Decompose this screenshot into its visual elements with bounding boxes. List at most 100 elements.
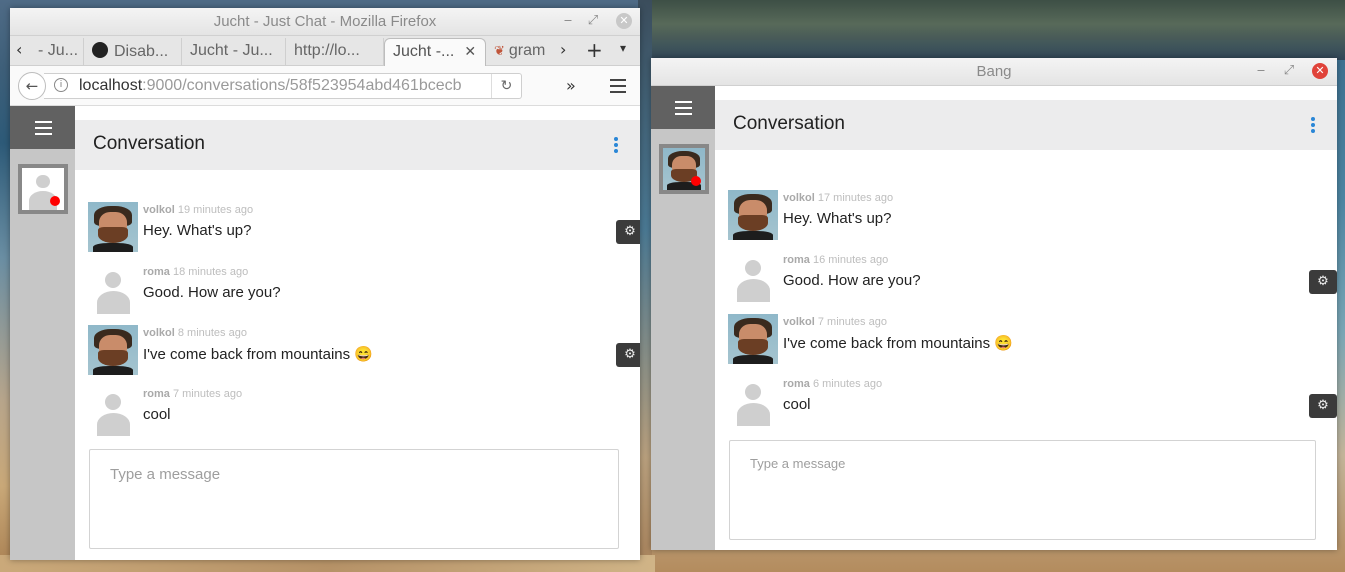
avatar-volkol (88, 202, 138, 252)
gear-icon[interactable]: ⚙ (1309, 270, 1337, 294)
message-item: roma 6 minutes ago cool (728, 376, 1337, 428)
message-time: 18 minutes ago (172, 266, 249, 278)
close-window-button[interactable]: ✕ (616, 13, 632, 29)
message-author: volkol (143, 204, 175, 216)
gear-icon[interactable]: ⚙ (616, 343, 640, 367)
message-author: roma (783, 254, 810, 266)
message-input[interactable]: Type a message (729, 440, 1316, 540)
tab-list-icon[interactable]: ▾ (620, 41, 626, 55)
message-author: roma (143, 388, 170, 400)
reload-icon[interactable]: ↻ (491, 74, 521, 98)
avatar-volkol (728, 190, 778, 240)
message-item: volkol 7 minutes ago I've come back from… (728, 314, 1337, 366)
url-host: localhost (79, 77, 143, 94)
hamburger-button[interactable] (10, 106, 75, 149)
hamburger-icon (34, 120, 52, 139)
conversation-menu-icon[interactable] (1311, 117, 1315, 135)
message-input-placeholder: Type a message (750, 456, 846, 471)
message-meta: volkol 17 minutes ago (783, 192, 893, 204)
message-item: roma 18 minutes ago Good. How are you? (88, 264, 640, 316)
message-meta: volkol 19 minutes ago (143, 204, 253, 216)
message-item: volkol 19 minutes ago Hey. What's up? (88, 202, 640, 254)
avatar-roma (728, 376, 778, 426)
tab-bar: ‹ - Ju... Disab... Jucht - Ju... http://… (10, 36, 640, 66)
grammarly-icon: ❦ (494, 43, 505, 58)
user-avatar[interactable] (18, 164, 68, 214)
tab-close-icon[interactable]: ✕ (464, 43, 476, 59)
message-text: I've come back from mountains 😄 (143, 346, 373, 363)
url-text[interactable]: localhost:9000/conversations/58f523954ab… (79, 77, 462, 95)
tab-6-label: gram (508, 42, 546, 59)
message-text: Hey. What's up? (783, 210, 892, 227)
site-info-icon[interactable]: i (54, 78, 68, 92)
firefox-window: Jucht - Just Chat - Mozilla Firefox ‒ ⤢ … (10, 8, 640, 560)
hamburger-button[interactable] (651, 86, 715, 129)
message-input-placeholder: Type a message (110, 466, 221, 483)
message-time: 7 minutes ago (817, 316, 887, 328)
firefox-window-title: Jucht - Just Chat - Mozilla Firefox (213, 13, 437, 30)
message-author: roma (783, 378, 810, 390)
message-text: Hey. What's up? (143, 222, 252, 239)
tab-1-label: - Ju... (38, 42, 79, 59)
avatar-volkol (88, 325, 138, 375)
conversation-header: Conversation (715, 100, 1337, 150)
tab-6[interactable]: ❦ gram (486, 38, 554, 66)
online-status-dot (50, 196, 60, 206)
back-button[interactable]: ← (18, 72, 46, 100)
message-text: cool (143, 406, 171, 423)
message-author: roma (143, 266, 170, 278)
message-time: 6 minutes ago (812, 378, 883, 390)
bang-window: Bang ‒ ⤢ ✕ Conversation volkol 17 minute… (651, 58, 1337, 550)
message-time: 17 minutes ago (817, 192, 894, 204)
tab-4[interactable]: http://lo... (286, 38, 384, 66)
message-text: Good. How are you? (783, 272, 921, 289)
message-meta: volkol 7 minutes ago (783, 316, 887, 328)
tab-3[interactable]: Jucht - Ju... (182, 38, 286, 66)
avatar-volkol (728, 314, 778, 364)
toolbar-overflow-icon[interactable]: » (566, 76, 576, 95)
maximize-icon[interactable]: ⤢ (1281, 63, 1297, 79)
conversation-panel: Conversation volkol 19 minutes ago Hey. … (75, 106, 640, 560)
new-tab-button[interactable]: + (586, 38, 603, 62)
url-bar[interactable]: i localhost:9000/conversations/58f523954… (44, 73, 522, 99)
minimize-icon[interactable]: ‒ (560, 13, 576, 29)
avatar-roma (88, 386, 138, 436)
conversation-title: Conversation (733, 113, 845, 134)
firefox-titlebar[interactable]: Jucht - Just Chat - Mozilla Firefox ‒ ⤢ … (10, 8, 640, 36)
desktop-wallpaper-rocks (640, 0, 1345, 60)
tab-3-label: Jucht - Ju... (190, 42, 273, 59)
bang-titlebar[interactable]: Bang ‒ ⤢ ✕ (651, 58, 1337, 86)
tab-scroll-right-icon[interactable]: › (560, 40, 566, 59)
gear-icon[interactable]: ⚙ (1309, 394, 1337, 418)
maximize-icon[interactable]: ⤢ (585, 13, 601, 29)
tab-5-label: Jucht -... (393, 43, 455, 60)
user-avatar[interactable] (659, 144, 709, 194)
message-input[interactable]: Type a message (89, 449, 619, 549)
message-item: volkol 8 minutes ago I've come back from… (88, 325, 640, 377)
github-icon (92, 42, 108, 58)
firefox-menu-icon[interactable] (610, 79, 626, 97)
message-meta: roma 18 minutes ago (143, 266, 248, 278)
online-status-dot (691, 176, 701, 186)
close-window-button[interactable]: ✕ (1312, 63, 1328, 79)
sidebar-rail (651, 86, 715, 550)
message-item: roma 7 minutes ago cool (88, 386, 640, 438)
message-author: volkol (783, 316, 815, 328)
avatar-roma (728, 252, 778, 302)
jucht-app-firefox: Conversation volkol 19 minutes ago Hey. … (10, 106, 640, 560)
avatar-roma (88, 264, 138, 314)
tab-scroll-left-icon[interactable]: ‹ (16, 40, 22, 59)
gear-icon[interactable]: ⚙ (616, 220, 640, 244)
conversation-menu-icon[interactable] (614, 137, 618, 155)
tab-5-active[interactable]: Jucht -... ✕ (384, 38, 486, 66)
message-time: 8 minutes ago (177, 327, 247, 339)
sidebar-rail (10, 106, 75, 560)
message-meta: roma 7 minutes ago (143, 388, 242, 400)
message-item: roma 16 minutes ago Good. How are you? (728, 252, 1337, 304)
url-path: :9000/conversations/58f523954abd461bcecb (142, 77, 462, 94)
minimize-icon[interactable]: ‒ (1253, 63, 1269, 79)
tab-2[interactable]: Disab... (84, 38, 182, 66)
tab-1[interactable]: - Ju... (30, 38, 84, 66)
message-meta: volkol 8 minutes ago (143, 327, 247, 339)
message-time: 7 minutes ago (172, 388, 243, 400)
